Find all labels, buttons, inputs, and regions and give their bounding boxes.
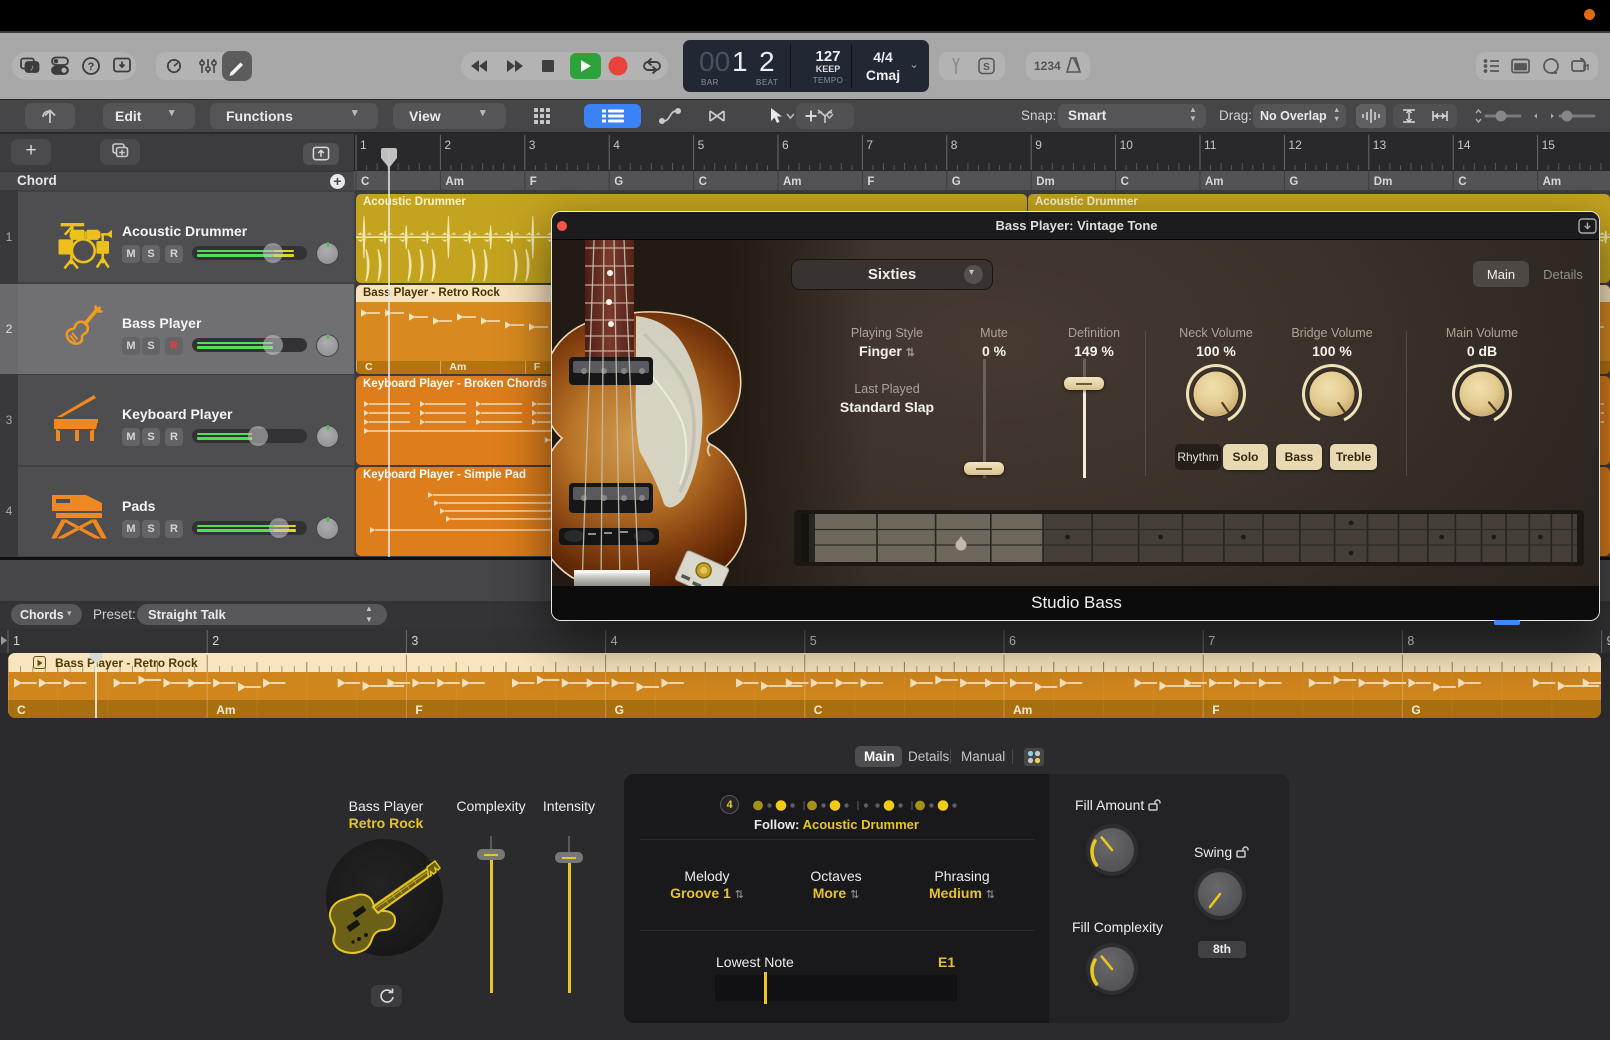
svg-text:Dm: Dm xyxy=(1036,176,1055,188)
svg-text:G: G xyxy=(615,703,624,717)
svg-text:F: F xyxy=(415,703,422,717)
svg-text:Am: Am xyxy=(783,176,802,188)
svg-text:Am: Am xyxy=(1013,703,1032,717)
svg-text:8: 8 xyxy=(951,138,958,152)
svg-text:9: 9 xyxy=(1035,138,1042,152)
svg-text:4: 4 xyxy=(611,634,618,648)
svg-text:2: 2 xyxy=(444,138,451,152)
svg-text:7: 7 xyxy=(1208,634,1215,648)
svg-text:C: C xyxy=(1121,176,1129,188)
svg-text:♪: ♪ xyxy=(30,63,35,73)
svg-text:5: 5 xyxy=(810,634,817,648)
svg-text:C: C xyxy=(361,176,369,188)
svg-text:S: S xyxy=(983,62,990,73)
svg-text:G: G xyxy=(952,176,961,188)
svg-text:Am: Am xyxy=(1205,176,1224,188)
svg-text:10: 10 xyxy=(1120,138,1134,152)
svg-text:1: 1 xyxy=(360,138,367,152)
svg-text:13: 13 xyxy=(1373,138,1387,152)
svg-text:5: 5 xyxy=(698,138,705,152)
svg-text:2: 2 xyxy=(212,634,219,648)
svg-text:Am: Am xyxy=(1543,176,1562,188)
svg-text:3: 3 xyxy=(529,138,536,152)
svg-text:9: 9 xyxy=(1607,634,1610,648)
svg-text:11: 11 xyxy=(1204,138,1217,152)
svg-text:14: 14 xyxy=(1457,138,1471,152)
svg-text:F: F xyxy=(1212,703,1219,717)
svg-text:7: 7 xyxy=(866,138,873,152)
svg-text:C: C xyxy=(1458,176,1466,188)
svg-text:F: F xyxy=(530,176,537,188)
svg-text:C: C xyxy=(699,176,707,188)
svg-text:F: F xyxy=(867,176,874,188)
svg-text:1: 1 xyxy=(13,634,20,648)
svg-text:4: 4 xyxy=(613,138,620,152)
svg-text:G: G xyxy=(1289,176,1298,188)
svg-text:3: 3 xyxy=(411,634,418,648)
svg-text:15: 15 xyxy=(1542,138,1556,152)
svg-text:G: G xyxy=(1411,703,1420,717)
svg-text:C: C xyxy=(17,703,26,717)
svg-text:G: G xyxy=(614,176,623,188)
svg-text:6: 6 xyxy=(1009,634,1016,648)
svg-text:8: 8 xyxy=(1407,634,1414,648)
svg-text:?: ? xyxy=(88,61,95,73)
svg-text:6: 6 xyxy=(782,138,789,152)
svg-text:Dm: Dm xyxy=(1374,176,1393,188)
svg-text:Am: Am xyxy=(445,176,464,188)
svg-text:12: 12 xyxy=(1288,138,1302,152)
svg-text:C: C xyxy=(814,703,823,717)
svg-text:Am: Am xyxy=(216,703,235,717)
